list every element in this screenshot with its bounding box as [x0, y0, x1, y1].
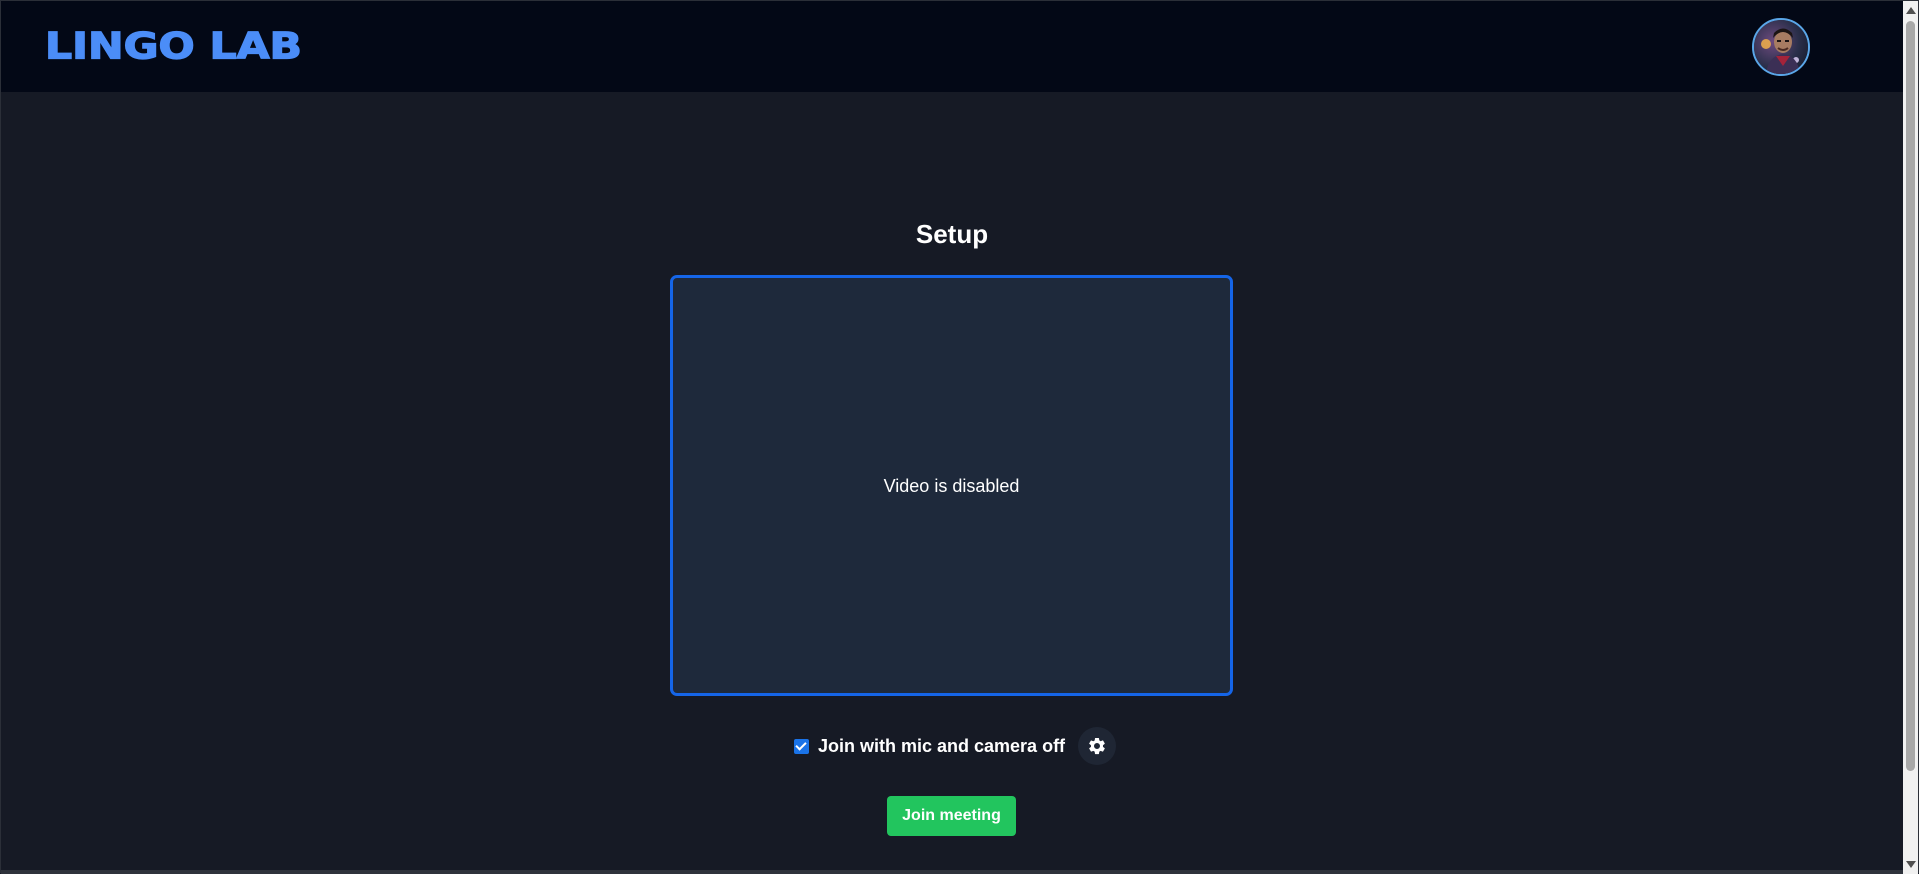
app-window: LINGO LAB Setup Video is disabled Join w… — [0, 0, 1919, 874]
join-options-row: Join with mic and camera off — [794, 727, 1117, 765]
scroll-up-arrow-icon[interactable] — [1906, 7, 1916, 14]
scrollbar-thumb[interactable] — [1906, 21, 1915, 771]
join-muted-label[interactable]: Join with mic and camera off — [818, 736, 1065, 757]
video-disabled-message: Video is disabled — [883, 476, 1020, 496]
top-navbar: LINGO LAB — [1, 1, 1905, 92]
page-title: Setup — [915, 219, 989, 249]
scroll-down-arrow-icon[interactable] — [1906, 861, 1916, 868]
vertical-scrollbar[interactable] — [1903, 1, 1918, 874]
app-logo[interactable]: LINGO LAB — [44, 24, 303, 67]
avatar-image — [1754, 20, 1808, 74]
user-avatar[interactable] — [1752, 18, 1810, 76]
join-muted-checkbox[interactable] — [794, 738, 809, 754]
gear-icon — [1089, 737, 1105, 755]
bottom-edge — [1, 870, 1905, 874]
settings-button[interactable] — [1078, 727, 1117, 765]
join-meeting-button[interactable]: Join meeting — [887, 796, 1016, 836]
video-preview: Video is disabled — [670, 275, 1233, 696]
